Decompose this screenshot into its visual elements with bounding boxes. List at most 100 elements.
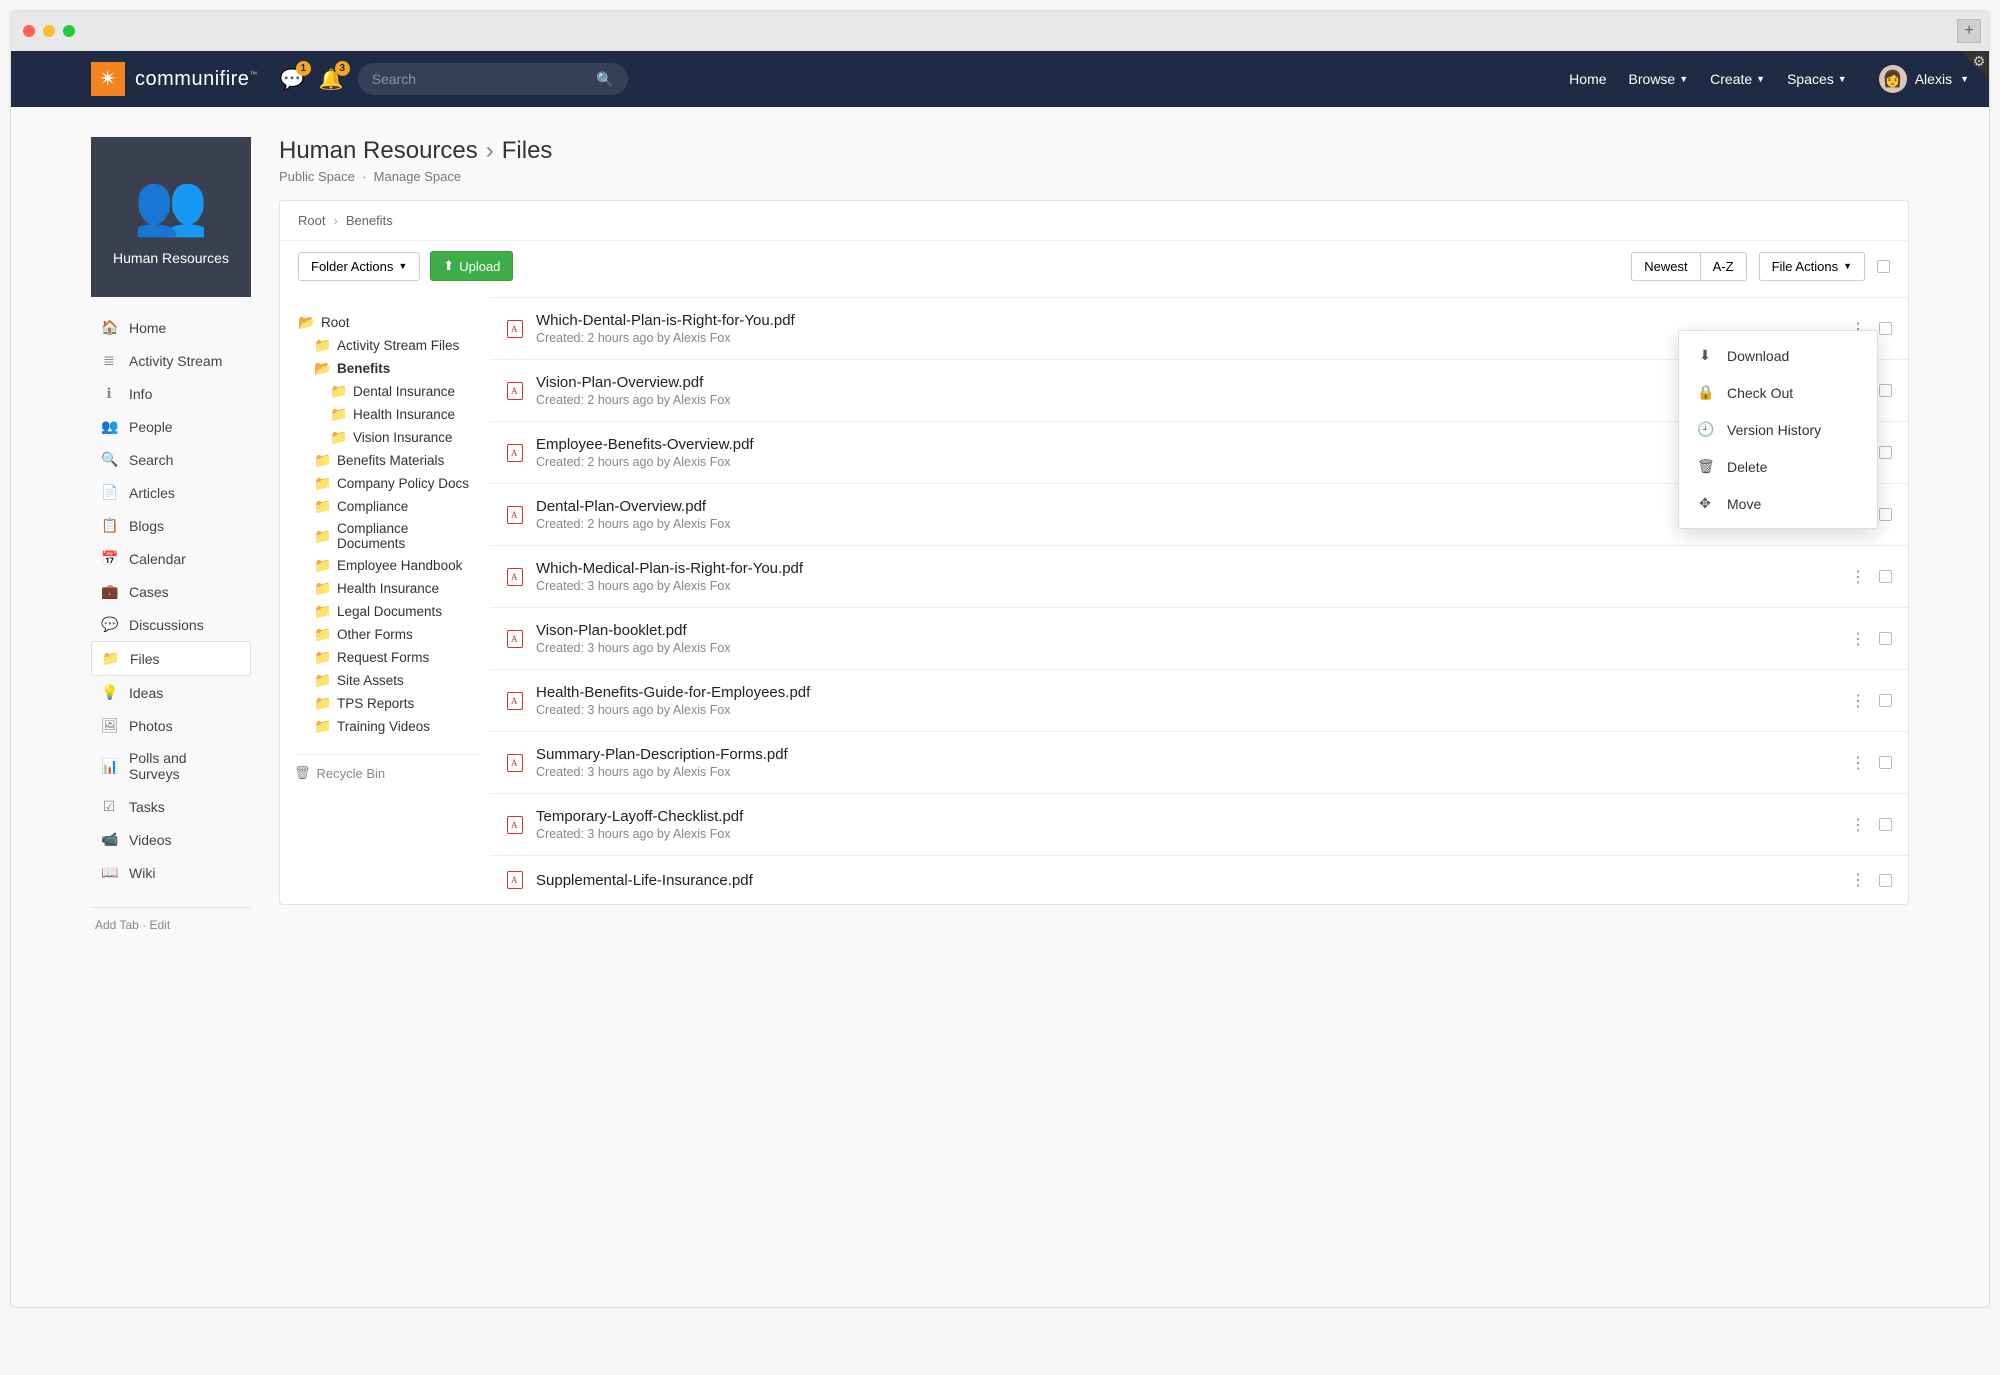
sidebar-item-activity-stream[interactable]: ≣Activity Stream (91, 344, 251, 377)
window-minimize-icon[interactable] (43, 25, 55, 37)
nav-home[interactable]: Home (1569, 71, 1606, 87)
avatar: 👩 (1879, 65, 1907, 93)
space-card[interactable]: 👥 Human Resources (91, 137, 251, 297)
tree-root[interactable]: 📂Root (298, 311, 480, 334)
tree-folder[interactable]: 📁Training Videos (298, 715, 480, 738)
tree-folder[interactable]: 📁TPS Reports (298, 692, 480, 715)
file-checkbox[interactable] (1879, 756, 1892, 769)
window-close-icon[interactable] (23, 25, 35, 37)
tree-folder[interactable]: 📁Site Assets (298, 669, 480, 692)
tree-folder[interactable]: 📁Benefits Materials (298, 449, 480, 472)
tree-folder[interactable]: 📁Vision Insurance (298, 426, 480, 449)
file-row[interactable]: Summary-Plan-Description-Forms.pdfCreate… (490, 731, 1908, 793)
tree-folder[interactable]: 📁Activity Stream Files (298, 334, 480, 357)
chat-icon[interactable]: 💬1 (280, 67, 305, 92)
file-row[interactable]: Which-Medical-Plan-is-Right-for-You.pdfC… (490, 545, 1908, 607)
tree-folder[interactable]: 📁Health Insurance (298, 403, 480, 426)
file-row[interactable]: Supplemental-Life-Insurance.pdf⋮ (490, 855, 1908, 904)
folder-actions-button[interactable]: Folder Actions ▼ (298, 252, 420, 281)
sidebar-item-photos[interactable]: 🖼Photos (91, 709, 251, 742)
sidebar-item-wiki[interactable]: 📖Wiki (91, 856, 251, 889)
sidebar-item-tasks[interactable]: ☑Tasks (91, 790, 251, 823)
search-input[interactable] (372, 71, 597, 87)
menu-move[interactable]: ✥Move (1679, 485, 1877, 522)
search-bar[interactable]: 🔍 (358, 63, 628, 95)
recycle-bin[interactable]: 🗑Recycle Bin (294, 754, 480, 781)
tree-folder[interactable]: 📂Benefits (298, 357, 480, 380)
file-checkbox[interactable] (1879, 570, 1892, 583)
nav-spaces[interactable]: Spaces ▼ (1787, 71, 1847, 87)
file-checkbox[interactable] (1879, 694, 1892, 707)
sidebar-item-cases[interactable]: 💼Cases (91, 575, 251, 608)
file-row[interactable]: Temporary-Layoff-Checklist.pdfCreated: 3… (490, 793, 1908, 855)
folder-icon: 📁 (314, 580, 330, 597)
file-name: Vison-Plan-booklet.pdf (536, 622, 1850, 639)
nav-icon: 📖 (101, 864, 117, 881)
sidebar-item-files[interactable]: 📁Files (91, 641, 251, 676)
file-checkbox[interactable] (1879, 632, 1892, 645)
nav-create[interactable]: Create ▼ (1710, 71, 1765, 87)
file-name: Which-Medical-Plan-is-Right-for-You.pdf (536, 560, 1850, 577)
kebab-icon[interactable]: ⋮ (1850, 815, 1865, 835)
sidebar-item-calendar[interactable]: 📅Calendar (91, 542, 251, 575)
folder-icon: 📁 (314, 672, 330, 689)
tree-folder[interactable]: 📁Request Forms (298, 646, 480, 669)
sidebar-item-discussions[interactable]: 💬Discussions (91, 608, 251, 641)
file-row[interactable]: Health-Benefits-Guide-for-Employees.pdfC… (490, 669, 1908, 731)
sidebar-item-label: Cases (129, 584, 169, 600)
sidebar-item-videos[interactable]: 📹Videos (91, 823, 251, 856)
sidebar-item-home[interactable]: 🏠Home (91, 311, 251, 344)
kebab-icon[interactable]: ⋮ (1850, 567, 1865, 587)
tree-folder[interactable]: 📁Legal Documents (298, 600, 480, 623)
tree-folder[interactable]: 📁Dental Insurance (298, 380, 480, 403)
upload-button[interactable]: ⬆ Upload (430, 251, 513, 281)
sort-az-button[interactable]: A-Z (1700, 252, 1747, 281)
sidebar-item-people[interactable]: 👥People (91, 410, 251, 443)
file-checkbox[interactable] (1879, 874, 1892, 887)
bell-icon[interactable]: 🔔3 (319, 67, 344, 92)
sidebar-item-info[interactable]: ℹInfo (91, 377, 251, 410)
tree-folder[interactable]: 📁Compliance (298, 495, 480, 518)
brand[interactable]: ✴ communifire™ (91, 62, 258, 96)
new-tab-button[interactable]: + (1957, 19, 1981, 43)
edit-tabs-link[interactable]: Edit (150, 918, 171, 932)
file-checkbox[interactable] (1879, 508, 1892, 521)
search-icon[interactable]: 🔍 (596, 71, 613, 88)
sort-newest-button[interactable]: Newest (1631, 252, 1699, 281)
sidebar-item-search[interactable]: 🔍Search (91, 443, 251, 476)
file-checkbox[interactable] (1879, 384, 1892, 397)
menu-delete[interactable]: 🗑Delete (1679, 448, 1877, 485)
tree-folder[interactable]: 📁Company Policy Docs (298, 472, 480, 495)
sidebar-item-polls-and-surveys[interactable]: 📊Polls and Surveys (91, 742, 251, 790)
menu-version-history[interactable]: 🕘Version History (1679, 411, 1877, 448)
file-checkbox[interactable] (1879, 446, 1892, 459)
crumb-root[interactable]: Root (298, 213, 325, 228)
file-actions-button[interactable]: File Actions ▼ (1759, 252, 1865, 281)
tree-folder[interactable]: 📁Compliance Documents (298, 518, 480, 554)
user-menu[interactable]: 👩 Alexis ▼ (1879, 65, 1969, 93)
sidebar-item-blogs[interactable]: 📋Blogs (91, 509, 251, 542)
kebab-icon[interactable]: ⋮ (1850, 629, 1865, 649)
file-checkbox[interactable] (1879, 322, 1892, 335)
select-all-checkbox[interactable] (1877, 260, 1890, 273)
tree-folder[interactable]: 📁Health Insurance (298, 577, 480, 600)
tree-folder[interactable]: 📁Employee Handbook (298, 554, 480, 577)
nav-browse[interactable]: Browse ▼ (1629, 71, 1689, 87)
kebab-icon[interactable]: ⋮ (1850, 753, 1865, 773)
pdf-icon (506, 320, 524, 338)
file-row[interactable]: Vison-Plan-booklet.pdfCreated: 3 hours a… (490, 607, 1908, 669)
tree-folder[interactable]: 📁Other Forms (298, 623, 480, 646)
sidebar-item-label: Files (130, 651, 160, 667)
pdf-icon (506, 506, 524, 524)
add-tab-link[interactable]: Add Tab (95, 918, 139, 932)
menu-check-out[interactable]: 🔒Check Out (1679, 374, 1877, 411)
window-maximize-icon[interactable] (63, 25, 75, 37)
file-checkbox[interactable] (1879, 818, 1892, 831)
kebab-icon[interactable]: ⋮ (1850, 691, 1865, 711)
sidebar-item-ideas[interactable]: 💡Ideas (91, 676, 251, 709)
manage-space-link[interactable]: Manage Space (374, 169, 461, 184)
kebab-icon[interactable]: ⋮ (1850, 870, 1865, 890)
sidebar-item-articles[interactable]: 📄Articles (91, 476, 251, 509)
menu-download[interactable]: ⬇Download (1679, 337, 1877, 374)
file-row[interactable]: Which-Dental-Plan-is-Right-for-You.pdfCr… (490, 297, 1908, 359)
